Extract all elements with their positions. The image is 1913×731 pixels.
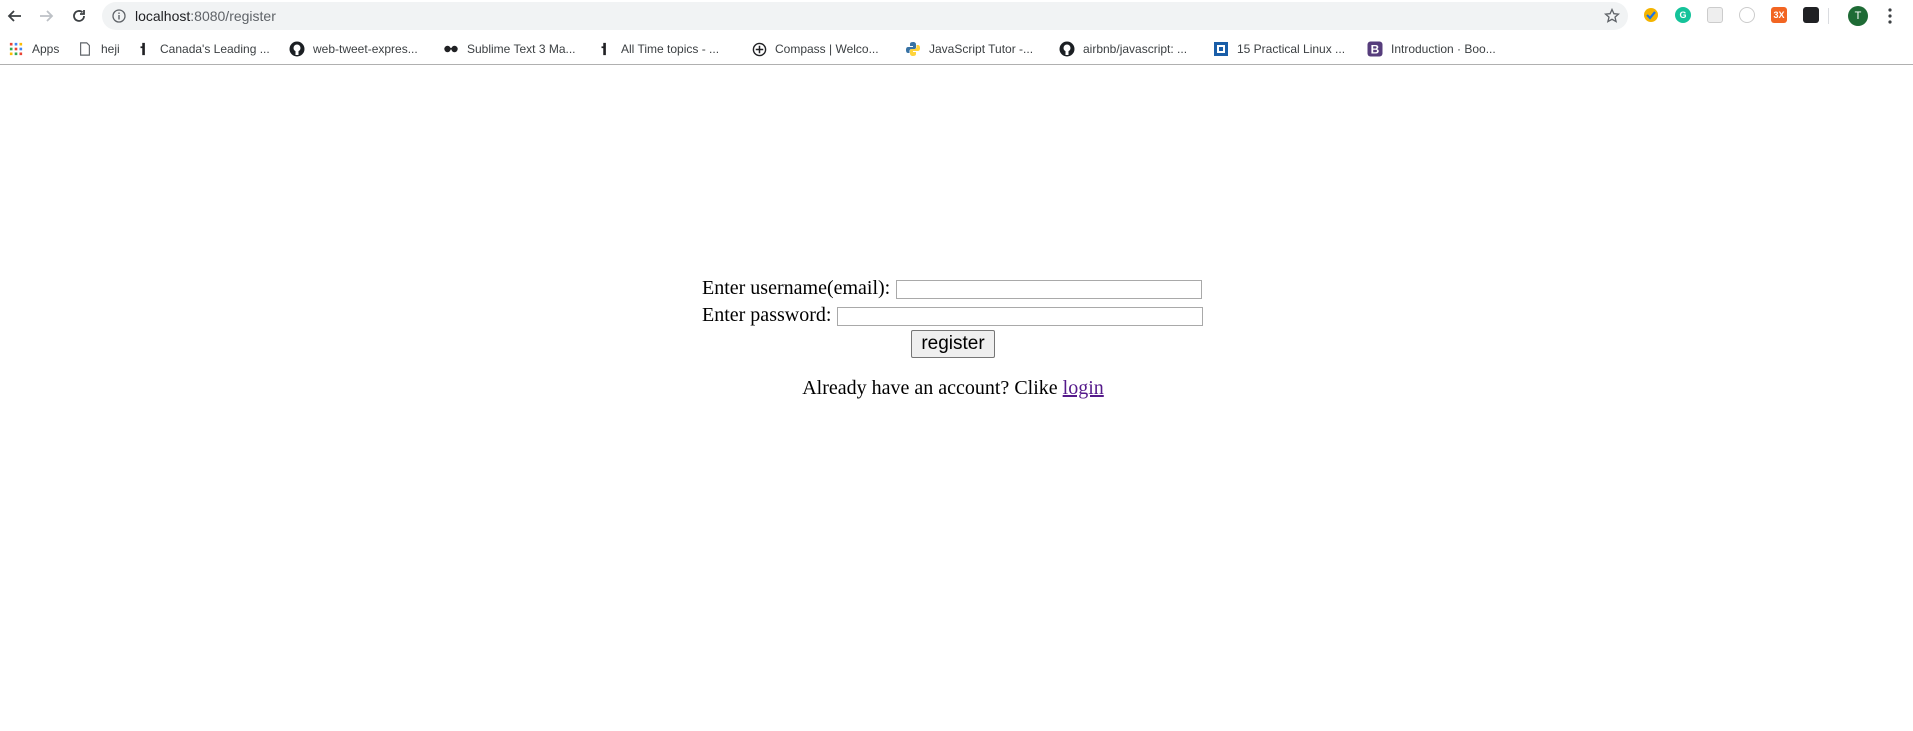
forward-button[interactable] — [34, 4, 58, 28]
extension-orange-icon[interactable]: 3X — [1771, 7, 1787, 23]
login-prompt: Already have an account? Clike login — [0, 376, 1906, 400]
browser-toolbar: localhost:8080/register G 3X T — [0, 0, 1913, 32]
python-icon — [905, 41, 921, 57]
bookmark-all-time-topics[interactable]: All Time topics - ... — [597, 39, 719, 59]
bookmark-javascript-tutor[interactable]: JavaScript Tutor -... — [905, 39, 1033, 59]
extension-dark-icon[interactable] — [1803, 7, 1819, 23]
bookmarks-bar: Apps heji Canada's Leading ... web-tweet… — [0, 33, 1913, 65]
bookmark-compass[interactable]: Compass | Welco... — [751, 39, 879, 59]
site-favicon — [597, 41, 613, 57]
reload-icon — [73, 10, 85, 22]
bookmark-label: Sublime Text 3 Ma... — [467, 42, 576, 56]
bookmark-label: Compass | Welco... — [775, 42, 879, 56]
site-favicon — [136, 41, 152, 57]
extension-clock-icon[interactable] — [1739, 7, 1755, 23]
toolbar-divider — [1828, 8, 1829, 24]
bookmark-airbnb-javascript[interactable]: airbnb/javascript: ... — [1059, 39, 1187, 59]
back-button[interactable] — [3, 4, 27, 28]
bookmark-label: Canada's Leading ... — [160, 42, 270, 56]
site-favicon — [1213, 41, 1229, 57]
github-icon — [1059, 41, 1075, 57]
svg-text:B: B — [1371, 43, 1380, 57]
url-text[interactable]: localhost:8080/register — [135, 9, 276, 24]
login-link[interactable]: login — [1063, 377, 1104, 399]
compass-icon — [751, 41, 767, 57]
register-button[interactable]: register — [911, 330, 995, 358]
bookmark-label: 15 Practical Linux ... — [1237, 42, 1346, 56]
bookmark-label: airbnb/javascript: ... — [1083, 42, 1188, 56]
bookmark-label: Introduction · Boo... — [1391, 42, 1496, 56]
back-arrow-icon — [7, 10, 21, 22]
glasses-icon — [443, 41, 459, 57]
bookmark-introduction[interactable]: B Introduction · Boo... — [1367, 39, 1496, 59]
bookmark-label: All Time topics - ... — [621, 42, 720, 56]
page-content: Enter username(email): Enter password: r… — [0, 66, 1913, 731]
extension-check-icon[interactable] — [1643, 7, 1659, 23]
username-input[interactable] — [896, 280, 1202, 299]
bookmark-label: web-tweet-expres... — [313, 42, 418, 56]
address-bar[interactable]: localhost:8080/register — [102, 2, 1628, 30]
extension-blank-icon[interactable] — [1707, 7, 1723, 23]
bookmark-canadas-leading[interactable]: Canada's Leading ... — [136, 39, 270, 59]
bookmark-apps[interactable]: Apps — [8, 39, 59, 59]
grammarly-icon[interactable]: G — [1675, 7, 1691, 23]
github-icon — [289, 41, 305, 57]
bookmark-label: JavaScript Tutor -... — [929, 42, 1034, 56]
kebab-menu-icon[interactable] — [1882, 6, 1898, 26]
bookmark-15-practical-linux[interactable]: 15 Practical Linux ... — [1213, 39, 1345, 59]
url-host: localhost — [135, 8, 191, 24]
bootstrap-icon: B — [1367, 41, 1383, 57]
bookmark-web-tweet[interactable]: web-tweet-expres... — [289, 39, 418, 59]
apps-grid-icon — [8, 41, 24, 57]
password-input[interactable] — [837, 307, 1203, 326]
login-prompt-text: Already have an account? Clike — [802, 377, 1058, 399]
info-icon[interactable] — [112, 9, 126, 23]
bookmark-sublime[interactable]: Sublime Text 3 Ma... — [443, 39, 576, 59]
document-icon — [77, 41, 93, 57]
username-label: Enter username(email): — [702, 277, 891, 299]
bookmark-heji[interactable]: heji — [77, 39, 120, 59]
password-label: Enter password: — [702, 304, 832, 326]
profile-avatar[interactable]: T — [1848, 6, 1868, 26]
bookmark-star-icon[interactable] — [1604, 8, 1620, 24]
reload-button[interactable] — [67, 4, 91, 28]
bookmark-label: heji — [101, 42, 120, 56]
forward-arrow-icon — [40, 10, 54, 22]
url-path: :8080/register — [190, 8, 276, 24]
bookmark-label: Apps — [32, 42, 60, 56]
